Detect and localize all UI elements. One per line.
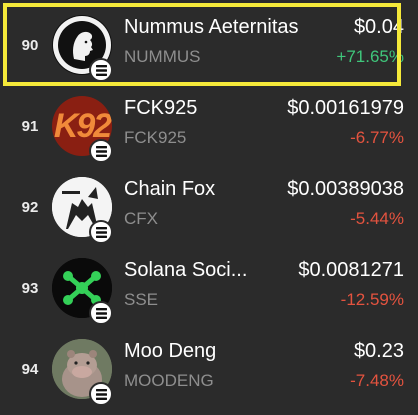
price-change: +71.65% [336,47,404,66]
solana-icon [89,58,113,82]
rank-number: 92 [21,199,39,216]
token-name: Chain Fox [124,178,216,200]
token-price: $0.00389038 [287,178,404,200]
token-row-fck925[interactable]: 91 K92 FCK925 FCK925 $0.00161979 -6.77% [0,86,418,167]
token-ticker: MOODENG [124,371,214,390]
token-ticker: SSE [124,290,159,309]
price-change: -5.44% [350,209,404,228]
token-price: $0.0081271 [298,259,404,281]
token-price: $0.00161979 [287,97,404,119]
token-row-nummus[interactable]: 90 Nummus Aeternitas NUMMUS $0.04 +71.65… [0,5,418,86]
token-price: $0.04 [353,16,404,38]
rank-number: 91 [21,118,39,135]
solana-icon [89,220,113,244]
token-ticker: CFX [124,209,158,228]
price-change: -7.48% [350,371,404,390]
price-change: -12.59% [340,290,404,309]
token-row-moo-deng[interactable]: 94 Moo Deng MOODENG $0.23 -7.48% [0,329,418,410]
solana-icon [89,139,113,163]
token-name: Nummus Aeternitas [124,16,299,38]
token-name: FCK925 [124,97,198,119]
solana-icon [89,382,113,406]
token-name: Moo Deng [124,340,217,362]
rank-number: 94 [21,361,39,378]
token-name: Solana Soci... [124,259,248,281]
token-row-chain-fox[interactable]: 92 Chain Fox CFX $0.00389038 -5.44% [0,167,418,248]
token-row-solana-soci[interactable]: 93 Solana Soci... SSE $0.0081271 -12.59% [0,248,418,329]
price-change: -6.77% [350,128,404,147]
token-price: $0.23 [353,340,404,362]
rank-number: 93 [21,280,39,297]
token-ticker: NUMMUS [124,47,201,66]
rank-number: 90 [21,37,39,54]
token-list: 90 Nummus Aeternitas NUMMUS $0.04 +71.65… [0,0,418,415]
token-ticker: FCK925 [124,128,187,147]
solana-icon [89,301,113,325]
